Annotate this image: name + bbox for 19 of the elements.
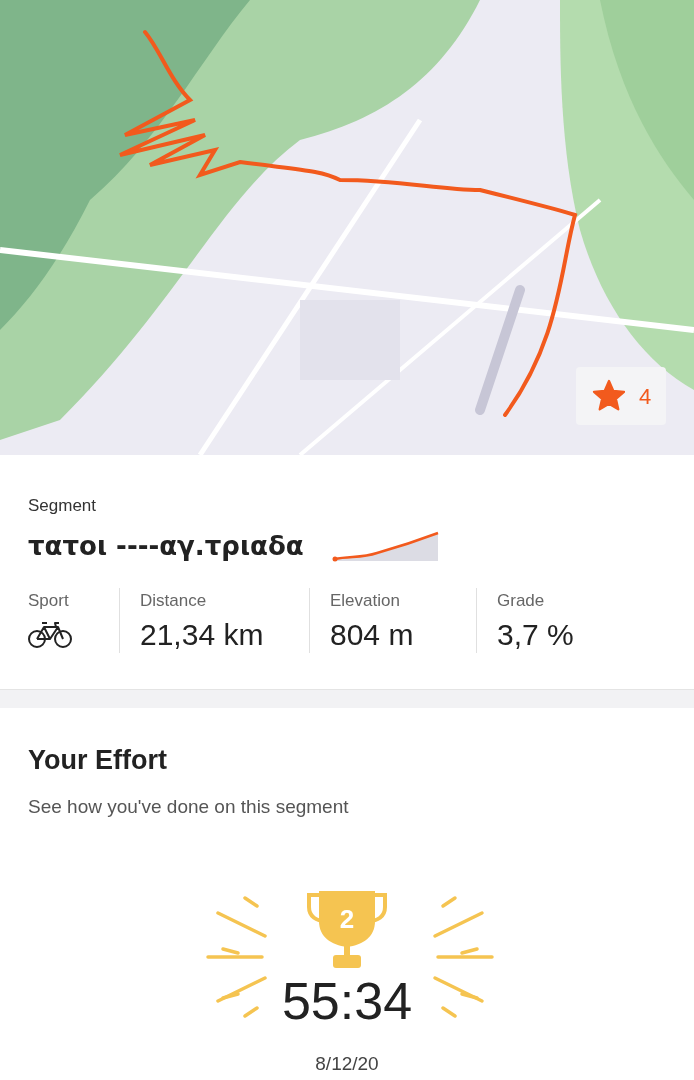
segment-label: Segment — [28, 495, 98, 517]
stat-value: 21,34 km — [140, 617, 265, 653]
stat-label: Elevation — [330, 589, 401, 612]
stat-value: 804 m — [330, 617, 415, 653]
effort-time: 55:34 — [280, 971, 414, 1031]
elevation-profile-icon — [331, 529, 440, 562]
rank-number: 2 — [338, 903, 356, 936]
stat-label: Sport — [28, 589, 70, 612]
stat-value: 3,7 % — [497, 617, 574, 653]
effort-subtitle: See how you've done on this segment — [28, 794, 350, 819]
effort-title: Your Effort — [28, 744, 168, 777]
segment-name: τατοι ----αγ.τριαδα — [28, 529, 304, 563]
star-count: 4 — [638, 382, 652, 411]
trophy-icon — [305, 891, 389, 969]
bicycle-icon — [28, 621, 72, 649]
stat-label: Distance — [140, 589, 208, 612]
star-badge[interactable]: 4 — [576, 367, 666, 425]
effort-date: 8/12/20 — [314, 1052, 380, 1076]
stat-label: Grade — [497, 589, 546, 612]
